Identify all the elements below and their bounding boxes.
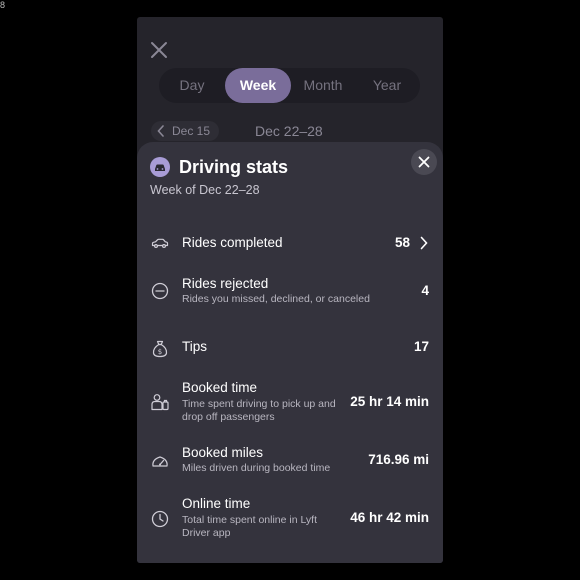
stat-row-rides-completed[interactable]: Rides completed 58 [137,228,443,260]
sheet-subtitle: Week of Dec 22–28 [150,183,260,197]
speedometer-icon [152,456,168,467]
money-bag-icon: $ [152,340,168,358]
period-selector: Day Week Month Year [159,68,420,103]
previous-week-label: Dec 15 [172,124,211,138]
stat-title: Online time [182,496,251,511]
sheet-close-button[interactable] [411,149,437,175]
stat-row-tips[interactable]: $ Tips 17 [137,332,443,364]
stat-value: 716.96 mi [368,452,429,467]
phone-screen: Day Week Month Year Dec 15 Dec 22–28 Dri… [137,17,443,563]
stat-value: 58 [394,235,410,250]
driving-stats-sheet: Driving stats Week of Dec 22–28 Rides co… [137,142,443,563]
stat-description: Total time spent online in Lyft Driver a… [182,514,318,539]
previous-week-button[interactable]: Dec 15 [151,121,219,141]
stat-title: Tips [182,339,208,354]
stat-title: Booked miles [182,445,264,460]
chevron-right-icon [420,236,428,250]
chevron-left-icon [157,125,164,137]
stat-value: 4 [421,283,429,298]
stat-value: 17 [413,339,429,354]
stat-title: Rides completed [182,235,283,250]
tab-year[interactable]: Year [357,68,417,103]
stat-title: Rides rejected [182,276,269,291]
stat-description: Time spent driving to pick up and drop o… [182,398,336,423]
week-range: Dec 22–28 [255,123,323,139]
close-icon [418,156,430,168]
tab-month[interactable]: Month [292,68,354,103]
clock-icon [151,510,169,528]
minus-circle-icon [151,282,169,300]
stat-value: 25 hr 14 min [350,394,429,409]
svg-text:$: $ [158,348,162,356]
stat-description: Rides you missed, declined, or canceled [182,293,370,305]
stat-row-online-time[interactable]: Online time Total time spent online in L… [137,494,443,546]
stat-title: Booked time [182,380,258,395]
passenger-icon [151,394,169,411]
close-icon[interactable] [149,40,169,60]
stat-description: Miles driven during booked time [182,462,331,474]
tab-week[interactable]: Week [225,68,291,103]
stat-value: 46 hr 42 min [350,510,429,525]
corner-glyph: 8 [0,0,6,10]
stat-row-rides-rejected[interactable]: Rides rejected Rides you missed, decline… [137,275,443,315]
car-badge-icon [150,157,170,177]
stat-row-booked-time[interactable]: Booked time Time spent driving to pick u… [137,378,443,430]
sheet-title: Driving stats [179,157,289,177]
stat-row-booked-miles[interactable]: Booked miles Miles driven during booked … [137,444,443,480]
tab-day[interactable]: Day [162,68,222,103]
car-icon [151,238,169,249]
